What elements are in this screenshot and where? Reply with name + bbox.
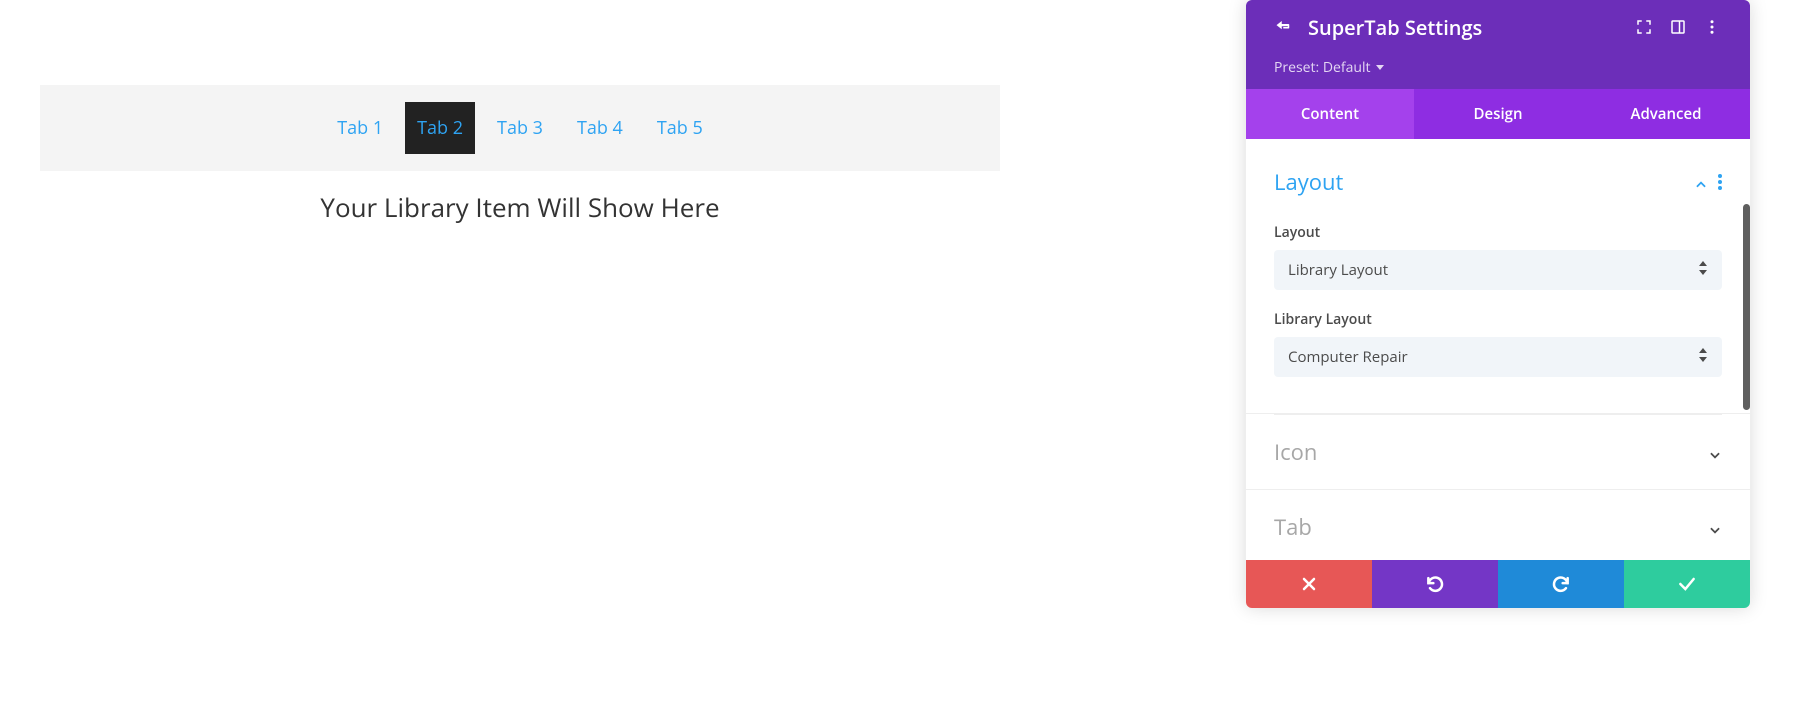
expand-icon[interactable] <box>1634 17 1654 37</box>
layout-field-label: Layout <box>1274 223 1722 242</box>
layout-select[interactable]: Library Layout <box>1274 250 1722 290</box>
section-layout-header[interactable]: Layout <box>1274 157 1722 203</box>
panel-header: SuperTab Settings <box>1246 0 1750 54</box>
cancel-button[interactable] <box>1246 560 1372 608</box>
panel-tab-content[interactable]: Content <box>1246 89 1414 139</box>
preview-canvas: Tab 1 Tab 2 Tab 3 Tab 4 Tab 5 Your Libra… <box>40 85 1000 225</box>
section-layout-title: Layout <box>1274 167 1343 197</box>
panel-tab-design[interactable]: Design <box>1414 89 1582 139</box>
section-options-icon[interactable] <box>1718 174 1722 190</box>
panel-tab-advanced[interactable]: Advanced <box>1582 89 1750 139</box>
panel-title: SuperTab Settings <box>1308 14 1482 41</box>
chevron-down-icon <box>1708 445 1722 459</box>
chevron-up-icon <box>1694 175 1708 189</box>
panel-footer <box>1246 560 1750 608</box>
preview-tab-4[interactable]: Tab 4 <box>565 102 635 154</box>
preview-tab-strip: Tab 1 Tab 2 Tab 3 Tab 4 Tab 5 <box>40 85 1000 171</box>
layout-select-value: Library Layout <box>1288 260 1388 280</box>
panel-tabs: Content Design Advanced <box>1246 89 1750 139</box>
kebab-menu-icon[interactable] <box>1702 17 1722 37</box>
redo-button[interactable] <box>1498 560 1624 608</box>
preset-label: Preset: Default <box>1274 58 1370 77</box>
chevron-down-icon <box>1708 520 1722 534</box>
library-layout-select[interactable]: Computer Repair <box>1274 337 1722 377</box>
library-layout-select-value: Computer Repair <box>1288 347 1408 367</box>
library-placeholder-text: Your Library Item Will Show Here <box>40 189 1000 225</box>
preview-tab-2[interactable]: Tab 2 <box>405 102 475 154</box>
select-caret-icon <box>1698 260 1708 280</box>
settings-panel: SuperTab Settings Preset: Default Conten… <box>1246 0 1750 608</box>
preview-tab-1[interactable]: Tab 1 <box>325 102 395 154</box>
undo-button[interactable] <box>1372 560 1498 608</box>
preview-tab-3[interactable]: Tab 3 <box>485 102 555 154</box>
save-button[interactable] <box>1624 560 1750 608</box>
section-tab-title: Tab <box>1274 512 1312 542</box>
dock-icon[interactable] <box>1668 17 1688 37</box>
caret-down-icon <box>1376 65 1384 70</box>
back-arrow-icon[interactable] <box>1274 17 1294 37</box>
section-tab-header[interactable]: Tab <box>1274 490 1722 560</box>
section-icon-title: Icon <box>1274 437 1317 467</box>
panel-body: Layout Layout Library Layout Library Lay… <box>1246 139 1750 560</box>
section-icon-header[interactable]: Icon <box>1274 414 1722 489</box>
preview-tab-5[interactable]: Tab 5 <box>645 102 715 154</box>
preset-selector[interactable]: Preset: Default <box>1246 54 1750 89</box>
scrollbar-thumb[interactable] <box>1743 204 1750 410</box>
library-layout-field-label: Library Layout <box>1274 310 1722 329</box>
select-caret-icon <box>1698 347 1708 367</box>
